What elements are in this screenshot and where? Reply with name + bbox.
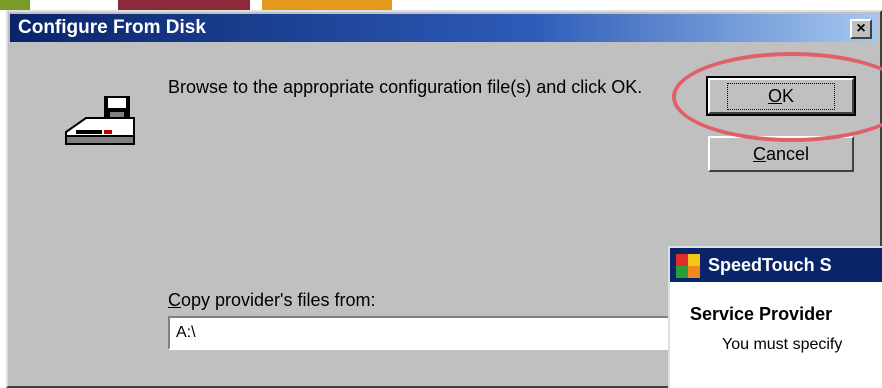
instruction-message: Browse to the appropriate configuration … [168,77,643,97]
copy-from-input[interactable]: A:\ [168,316,688,350]
speedtouch-titlebar[interactable]: SpeedTouch S [670,248,882,282]
top-strip-orange [262,0,392,10]
floppy-disk-drive-icon [65,96,135,145]
close-button[interactable]: × [850,19,872,39]
dialog-titlebar[interactable]: Configure From Disk × [10,14,878,42]
copy-from-label: Copy provider's files from: [168,290,376,310]
cancel-button[interactable]: Cancel [708,136,854,172]
ok-button-label: OK [726,82,836,110]
speedtouch-logo-icon [676,254,700,278]
ok-button[interactable]: OK [706,76,856,116]
close-icon: × [856,20,866,37]
service-provider-text: You must specify [722,336,843,353]
dialog-title: Configure From Disk [18,17,206,38]
service-provider-heading: Service Provider [690,304,833,324]
speedtouch-title: SpeedTouch S [708,255,832,275]
cancel-button-label: Cancel [752,143,810,164]
top-strip-maroon [118,0,250,10]
speedtouch-window: SpeedTouch S Service Provider You must s… [668,246,882,388]
top-strip-green [0,0,30,10]
